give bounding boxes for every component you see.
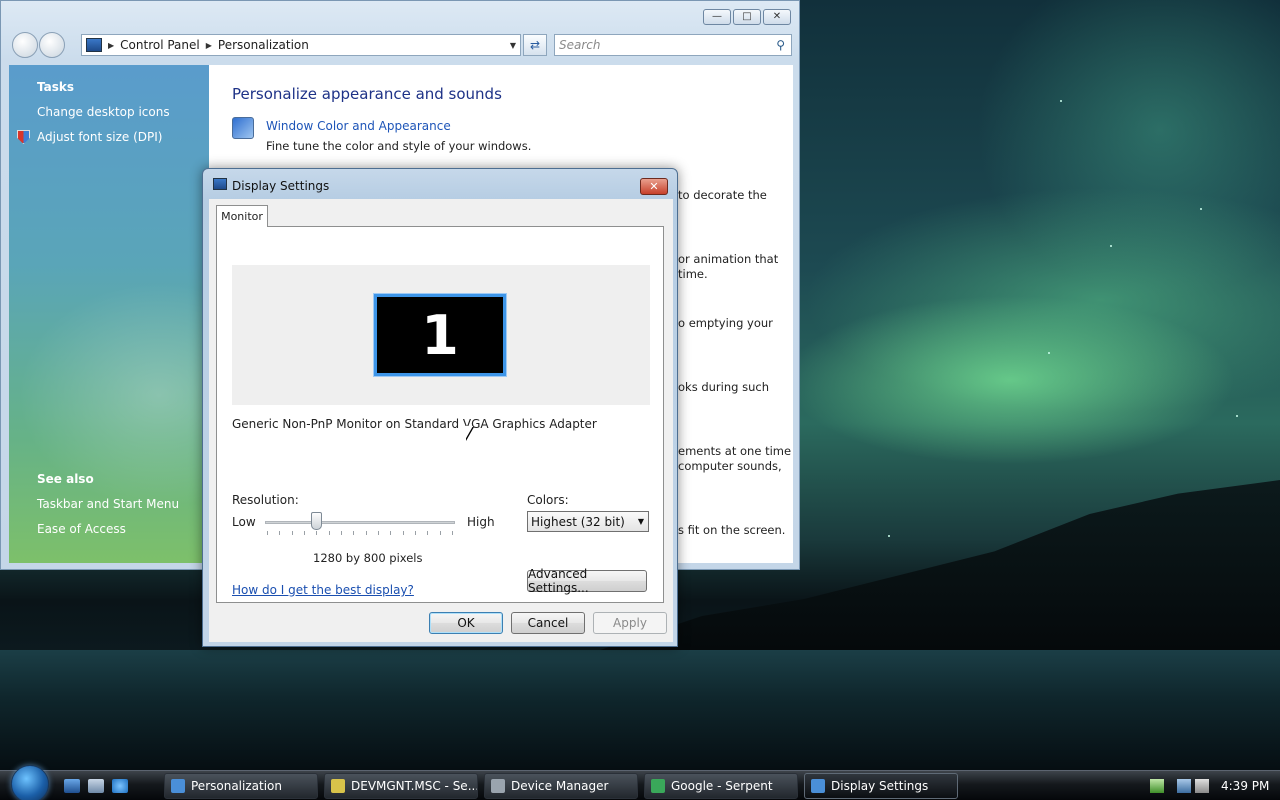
tab-monitor[interactable]: Monitor: [216, 205, 268, 227]
display-settings-icon: [811, 779, 825, 793]
mouse-pointer-icon: [465, 426, 473, 440]
dialog-close-button[interactable]: ✕: [640, 178, 668, 195]
resolution-slider-track[interactable]: [265, 521, 455, 524]
page-title: Personalize appearance and sounds: [232, 85, 502, 103]
search-placeholder: Search: [559, 38, 601, 52]
star: [1236, 415, 1238, 417]
search-icon[interactable]: ⚲: [776, 38, 785, 52]
security-center-icon[interactable]: [1150, 779, 1164, 793]
lake-reflection: [0, 650, 1280, 770]
taskbar-button-label: Google - Serpent: [671, 779, 773, 793]
internet-explorer-icon[interactable]: [112, 779, 128, 793]
colors-dropdown[interactable]: Highest (32 bit) ▼: [527, 511, 649, 532]
cancel-button[interactable]: Cancel: [511, 612, 585, 634]
slider-low-label: Low: [232, 515, 256, 529]
content-text-fragment: oks during such: [678, 380, 769, 394]
star: [1048, 352, 1050, 354]
window-controls: — □ ✕: [703, 9, 791, 25]
slider-high-label: High: [467, 515, 495, 529]
content-text-fragment: o emptying your: [678, 316, 773, 330]
taskbar-button-label: DEVMGNT.MSC - Se...: [351, 779, 478, 793]
window-color-link[interactable]: Window Color and Appearance: [266, 119, 451, 133]
resolution-slider-thumb[interactable]: [311, 512, 323, 530]
display-settings-icon: [213, 178, 227, 190]
taskbar-button-personalization[interactable]: Personalization: [164, 773, 318, 799]
search-input[interactable]: Search ⚲: [554, 34, 792, 56]
close-button[interactable]: ✕: [763, 9, 791, 25]
sidebar-link-taskbar-start-menu[interactable]: Taskbar and Start Menu: [37, 497, 179, 511]
star: [888, 535, 890, 537]
control-panel-icon: [86, 38, 102, 52]
sidebar-link-change-desktop-icons[interactable]: Change desktop icons: [37, 105, 170, 119]
maximize-button[interactable]: □: [733, 9, 761, 25]
monitor-1-preview[interactable]: 1: [373, 293, 507, 377]
taskbar-button-label: Device Manager: [511, 779, 609, 793]
monitor-preview-area: 1: [232, 265, 650, 405]
taskbar-button-label: Display Settings: [831, 779, 929, 793]
monitor-name: Generic Non-PnP Monitor on Standard VGA …: [232, 417, 597, 431]
content-text-fragment: time.: [678, 267, 708, 281]
tasks-heading: Tasks: [37, 80, 75, 94]
breadcrumb-personalization[interactable]: Personalization: [218, 38, 309, 52]
star: [1200, 208, 1202, 210]
show-desktop-icon[interactable]: [64, 779, 80, 793]
star: [1110, 245, 1112, 247]
chevron-down-icon[interactable]: ▼: [510, 41, 516, 50]
network-icon[interactable]: [1177, 779, 1191, 793]
apply-button[interactable]: Apply: [593, 612, 667, 634]
taskbar: Personalization DEVMGNT.MSC - Se... Devi…: [0, 765, 1280, 800]
resolution-slider-ticks: [267, 531, 453, 535]
resolution-value: 1280 by 800 pixels: [313, 551, 423, 565]
volume-muted-icon[interactable]: [1195, 779, 1209, 793]
taskbar-button-browser[interactable]: Google - Serpent: [644, 773, 798, 799]
content-text-fragment: or animation that: [678, 252, 779, 266]
sidebar-link-ease-of-access[interactable]: Ease of Access: [37, 522, 126, 536]
taskbar-button-display-settings[interactable]: Display Settings: [804, 773, 958, 799]
breadcrumb-arrow-icon: ▶: [108, 40, 115, 50]
refresh-icon: ⇄: [529, 38, 541, 52]
ok-button[interactable]: OK: [429, 612, 503, 634]
address-bar[interactable]: ▶ Control Panel ▶ Personalization ▼: [81, 34, 521, 56]
help-link[interactable]: How do I get the best display?: [232, 583, 414, 597]
monitor-tab-panel: 1 Generic Non-PnP Monitor on Standard VG…: [216, 226, 664, 603]
notepad-icon: [331, 779, 345, 793]
advanced-settings-button[interactable]: Advanced Settings...: [527, 567, 647, 595]
taskbar-button-device-manager[interactable]: Device Manager: [484, 773, 638, 799]
close-icon: ✕: [649, 180, 659, 193]
resolution-label: Resolution:: [232, 493, 299, 507]
sidebar-link-adjust-font-size[interactable]: Adjust font size (DPI): [37, 130, 162, 144]
clock[interactable]: 4:39 PM: [1221, 779, 1269, 793]
sidebar: Tasks Change desktop icons Adjust font s…: [9, 65, 209, 563]
window-color-description: Fine tune the color and style of your wi…: [266, 139, 532, 153]
taskbar-button-devmgnt[interactable]: DEVMGNT.MSC - Se...: [324, 773, 478, 799]
dialog-body: Monitor 1 Generic Non-PnP Monitor on Sta…: [209, 199, 673, 642]
see-also-heading: See also: [37, 472, 94, 486]
content-text-fragment: s fit on the screen.: [678, 523, 786, 537]
chevron-down-icon: ▼: [637, 517, 644, 526]
star: [1060, 100, 1062, 102]
device-manager-icon: [491, 779, 505, 793]
minimize-button[interactable]: —: [703, 9, 731, 25]
dialog-title: Display Settings: [232, 179, 330, 193]
back-button[interactable]: [12, 32, 38, 58]
display-settings-dialog: Display Settings ✕ Monitor 1 Generic Non…: [202, 168, 678, 647]
breadcrumb-arrow-icon: ▶: [205, 40, 212, 50]
shield-icon: [17, 130, 30, 144]
personalization-icon: [171, 779, 185, 793]
content-text-fragment: to decorate the: [678, 188, 767, 202]
content-text-fragment: computer sounds,: [678, 459, 782, 473]
colors-label: Colors:: [527, 493, 569, 507]
browser-icon: [651, 779, 665, 793]
window-color-icon[interactable]: [232, 117, 254, 139]
refresh-button[interactable]: ⇄: [523, 34, 547, 56]
taskbar-button-label: Personalization: [191, 779, 282, 793]
forward-button[interactable]: [39, 32, 65, 58]
switch-windows-icon[interactable]: [88, 779, 104, 793]
colors-selected-value: Highest (32 bit): [531, 514, 625, 529]
content-text-fragment: ements at one time: [678, 444, 792, 458]
start-button[interactable]: [11, 765, 49, 800]
breadcrumb-control-panel[interactable]: Control Panel: [120, 38, 200, 52]
